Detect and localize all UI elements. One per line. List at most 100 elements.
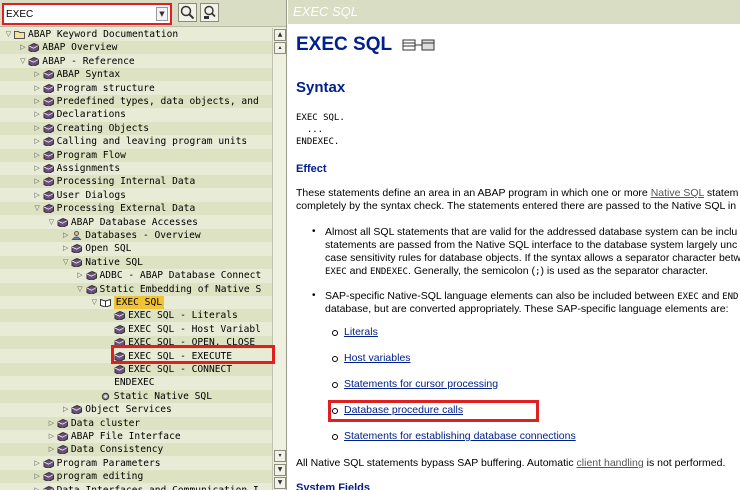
tree-item[interactable]: ▽ Native SQL	[0, 255, 272, 269]
tree-item[interactable]: ▷ Open SQL	[0, 242, 272, 255]
tree-item[interactable]: ▷ Data cluster	[0, 416, 272, 430]
tree-item-label: ABAP Keyword Documentation	[28, 29, 179, 40]
expand-arrow-icon[interactable]: ▽	[33, 202, 42, 215]
tree-item[interactable]: ▷ Processing Internal Data	[0, 175, 272, 189]
book-icon	[43, 97, 54, 106]
tree-item[interactable]: ▷ Creating Objects	[0, 121, 272, 135]
collapse-arrow-icon[interactable]: ▷	[33, 149, 42, 162]
collapse-arrow-icon[interactable]: ▷	[33, 162, 42, 175]
tree-item[interactable]: ▷ Calling and leaving program units	[0, 135, 272, 148]
collapse-arrow-icon[interactable]: ▷	[33, 82, 42, 95]
tree-item[interactable]: ▷ Data Interfaces and Communication I	[0, 484, 272, 490]
tree-item[interactable]: ▷ User Dialogs	[0, 189, 272, 202]
tree-item[interactable]: ▷ Program structure	[0, 82, 272, 95]
collapse-arrow-icon[interactable]: ▷	[33, 189, 42, 202]
tree-item[interactable]: ▽ ABAP Database Accesses	[0, 216, 272, 229]
tree-item[interactable]: EXEC SQL - CONNECT	[0, 363, 272, 376]
tree-item[interactable]: ▷ ABAP Syntax	[0, 68, 272, 82]
tree-item[interactable]: ▽ ABAP - Reference	[0, 55, 272, 68]
bullet-icon: •	[312, 226, 316, 237]
collapse-arrow-icon[interactable]: ▷	[61, 229, 70, 242]
expand-arrow-icon[interactable]: ▽	[90, 296, 99, 309]
scroll-down-button[interactable]: ▼	[274, 464, 286, 476]
collapse-arrow-icon[interactable]: ▷	[33, 175, 42, 188]
tree-item[interactable]: ▷ program editing	[0, 470, 272, 484]
tree-item-label: EXEC SQL - OPEN, CLOSE	[128, 337, 256, 349]
tree-item[interactable]: ▷ Databases - Overview	[0, 229, 272, 242]
tree-item[interactable]: ▷ Program Flow	[0, 148, 272, 162]
tree-scrollbar[interactable]: ▲ ▴ ▾ ▼ ▼	[272, 28, 286, 490]
database-connections-link[interactable]: Statements for establishing database con…	[344, 430, 576, 442]
search-toolbar: ▼	[0, 0, 286, 27]
expand-arrow-icon[interactable]: ▽	[18, 55, 27, 68]
tree-item[interactable]: ENDEXEC	[0, 376, 272, 389]
tree-item[interactable]: ▷ Assignments	[0, 162, 272, 175]
tree-item-label: EXEC SQL - EXECUTE	[128, 350, 233, 362]
collapse-arrow-icon[interactable]: ▷	[33, 108, 42, 121]
tree-item[interactable]: EXEC SQL - EXECUTE	[0, 350, 272, 363]
cursor-processing-link[interactable]: Statements for cursor processing	[344, 378, 498, 390]
tree-item[interactable]: EXEC SQL - Host Variabl	[0, 323, 272, 336]
tree-item[interactable]: Static Native SQL	[0, 389, 272, 403]
expand-arrow-icon[interactable]: ▽	[4, 28, 13, 41]
host-variables-link[interactable]: Host variables	[344, 352, 411, 364]
collapse-arrow-icon[interactable]: ▷	[33, 457, 42, 470]
tree-item[interactable]: ▷ ABAP File Interface	[0, 430, 272, 443]
bullet-text: Almost all SQL statements that are valid…	[325, 226, 738, 238]
tree-item-label: EXEC SQL - Host Variabl	[128, 323, 261, 335]
tree-item[interactable]: EXEC SQL - OPEN, CLOSE	[0, 336, 272, 350]
tree-item[interactable]: ▽ ABAP Keyword Documentation	[0, 28, 272, 41]
document-header-bar: EXEC SQL	[288, 0, 740, 24]
tree-item[interactable]: ▷ Predefined types, data objects, and	[0, 95, 272, 108]
tree-item-label: ABAP Overview	[42, 42, 118, 54]
effect-text: These statements define an area in an AB…	[296, 187, 739, 199]
tree-item[interactable]: ▷ ADBC - ABAP Database Connect	[0, 269, 272, 282]
scroll-end-button[interactable]: ▼	[274, 477, 286, 489]
database-procedure-calls-link[interactable]: Database procedure calls	[344, 404, 463, 416]
tree-item[interactable]: ▷ ABAP Overview	[0, 41, 272, 55]
tree-item[interactable]: EXEC SQL - Literals	[0, 309, 272, 323]
book-icon	[43, 472, 54, 482]
tree-item[interactable]: ▽ Static Embedding of Native S	[0, 282, 272, 296]
collapse-arrow-icon[interactable]: ▷	[18, 41, 27, 54]
collapse-arrow-icon[interactable]: ▷	[76, 269, 85, 282]
collapse-arrow-icon[interactable]: ▷	[47, 430, 56, 443]
book-icon	[71, 405, 83, 415]
collapse-arrow-icon[interactable]: ▷	[33, 484, 42, 490]
collapse-arrow-icon[interactable]: ▷	[61, 403, 70, 416]
tree-item[interactable]: ▷ Object Services	[0, 403, 272, 416]
tree-item[interactable]: ▽ EXEC SQL	[0, 296, 272, 309]
chevron-down-icon[interactable]: ▼	[156, 7, 168, 21]
search-input[interactable]	[6, 7, 156, 21]
scroll-up-icon[interactable]: ▴	[274, 42, 286, 54]
collapse-arrow-icon[interactable]: ▷	[33, 135, 42, 148]
book-icon	[28, 56, 40, 66]
find-next-button[interactable]	[200, 3, 219, 22]
collapse-arrow-icon[interactable]: ▷	[47, 443, 56, 456]
book-icon	[114, 338, 126, 348]
client-handling-link[interactable]: client handling	[577, 457, 644, 469]
tree-item[interactable]: ▽ Processing External Data	[0, 202, 272, 216]
tree-item[interactable]: ▷ Declarations	[0, 108, 272, 121]
circle-bullet-icon	[332, 330, 338, 336]
expand-arrow-icon[interactable]: ▽	[47, 216, 56, 229]
find-button[interactable]	[178, 3, 197, 22]
tree-item[interactable]: ▷ Data Consistency	[0, 443, 272, 457]
scroll-down-icon[interactable]: ▾	[274, 450, 286, 462]
collapse-arrow-icon[interactable]: ▷	[47, 417, 56, 430]
native-sql-link[interactable]: Native SQL	[651, 187, 704, 199]
literals-link[interactable]: Literals	[344, 326, 378, 338]
expand-arrow-icon[interactable]: ▽	[76, 283, 85, 296]
collapse-arrow-icon[interactable]: ▷	[33, 95, 42, 108]
collapse-arrow-icon[interactable]: ▷	[61, 242, 70, 255]
tree-item-label: ENDEXEC	[114, 377, 155, 389]
scroll-up-button[interactable]: ▲	[274, 29, 286, 41]
book-icon	[43, 204, 54, 214]
collapse-arrow-icon[interactable]: ▷	[33, 470, 42, 483]
expand-arrow-icon[interactable]: ▽	[61, 256, 70, 269]
collapse-arrow-icon[interactable]: ▷	[33, 68, 42, 81]
tree-item-label: ABAP Syntax	[56, 69, 121, 81]
tree-item[interactable]: ▷ Program Parameters	[0, 457, 272, 470]
tree-item-label: Calling and leaving program units	[56, 136, 248, 148]
collapse-arrow-icon[interactable]: ▷	[33, 122, 42, 135]
